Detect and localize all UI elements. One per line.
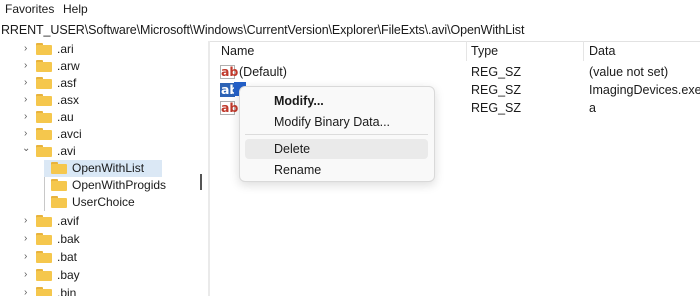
- tree-item-label: .bak: [57, 232, 80, 246]
- pane-splitter[interactable]: [208, 41, 210, 296]
- tree-item-asf[interactable]: › .asf: [0, 75, 208, 92]
- tree-item-label: .asf: [57, 76, 77, 90]
- tree-item-label: UserChoice: [72, 195, 135, 209]
- folder-icon: [36, 128, 52, 140]
- menu-item-label: Modify...: [274, 94, 324, 108]
- chevron-right-icon[interactable]: ›: [24, 77, 34, 89]
- value-type: REG_SZ: [471, 83, 522, 97]
- tree-item-avi[interactable]: ⌄ .avi: [0, 143, 208, 160]
- address-path: RRENT_USER\Software\Microsoft\Windows\Cu…: [1, 23, 525, 37]
- tree-item-avif[interactable]: › .avif: [0, 213, 208, 230]
- folder-icon: [36, 77, 52, 89]
- value-name: (Default): [239, 65, 287, 79]
- value-data: a: [589, 101, 596, 115]
- menu-item-modify[interactable]: Modify...: [245, 91, 428, 111]
- chevron-right-icon[interactable]: ›: [24, 128, 34, 140]
- tree-item-bay[interactable]: › .bay: [0, 267, 208, 284]
- registry-tree: › .ari › .arw › .asf › .asx › .au › .avc…: [0, 41, 208, 296]
- address-bar[interactable]: RRENT_USER\Software\Microsoft\Windows\Cu…: [0, 19, 700, 42]
- menu-item-modify-binary[interactable]: Modify Binary Data...: [245, 112, 428, 132]
- folder-icon: [36, 43, 52, 55]
- tree-item-label: OpenWithProgids: [72, 178, 167, 192]
- chevron-right-icon[interactable]: ›: [24, 43, 34, 55]
- value-data: (value not set): [589, 65, 669, 79]
- ab-string-icon: ab: [220, 82, 239, 97]
- chevron-right-icon[interactable]: ›: [24, 287, 34, 296]
- folder-icon: [36, 251, 52, 263]
- context-menu: Modify... Modify Binary Data... Delete R…: [239, 86, 435, 182]
- tree-item-openwithprogids[interactable]: OpenWithProgids: [0, 177, 208, 194]
- column-header-type[interactable]: Type: [471, 44, 498, 58]
- tree-item-bin[interactable]: › .bin: [0, 285, 208, 296]
- tree-item-bat[interactable]: › .bat: [0, 249, 208, 266]
- folder-icon: [36, 94, 52, 106]
- tree-item-openwithlist[interactable]: OpenWithList: [0, 160, 208, 177]
- folder-icon: [51, 179, 67, 191]
- menu-bar: Favorites Help: [0, 0, 700, 19]
- ab-string-icon: ab: [220, 64, 239, 79]
- column-header-name[interactable]: Name: [221, 44, 254, 58]
- chevron-down-icon[interactable]: ⌄: [22, 143, 32, 155]
- tree-item-label: .bat: [57, 250, 78, 264]
- tree-item-label: .au: [57, 110, 74, 124]
- menu-favorites[interactable]: Favorites: [5, 2, 54, 16]
- tree-item-userchoice[interactable]: UserChoice: [0, 194, 208, 211]
- ab-string-icon: ab: [220, 100, 239, 115]
- tree-item-label: .avi: [57, 144, 76, 158]
- chevron-right-icon[interactable]: ›: [24, 233, 34, 245]
- tree-item-bak[interactable]: › .bak: [0, 231, 208, 248]
- chevron-right-icon[interactable]: ›: [24, 94, 34, 106]
- menu-item-delete[interactable]: Delete: [245, 139, 428, 159]
- tree-item-label: .bay: [57, 268, 80, 282]
- chevron-right-icon[interactable]: ›: [24, 111, 34, 123]
- tree-item-label: OpenWithList: [69, 161, 148, 175]
- menu-item-rename[interactable]: Rename: [245, 160, 428, 180]
- folder-icon: [36, 111, 52, 123]
- menu-item-label: Delete: [274, 142, 311, 156]
- column-divider[interactable]: [466, 41, 467, 61]
- chevron-right-icon[interactable]: ›: [24, 60, 34, 72]
- menu-separator: [245, 134, 428, 135]
- folder-icon: [36, 233, 52, 245]
- folder-icon: [36, 269, 52, 281]
- tree-item-asx[interactable]: › .asx: [0, 92, 208, 109]
- value-type: REG_SZ: [471, 101, 522, 115]
- folder-icon: [36, 215, 52, 227]
- tree-item-label: .arw: [57, 59, 80, 73]
- folder-icon: [36, 60, 52, 72]
- chevron-right-icon[interactable]: ›: [24, 269, 34, 281]
- value-type: REG_SZ: [471, 65, 522, 79]
- folder-icon: [36, 145, 52, 157]
- menu-help[interactable]: Help: [63, 2, 88, 16]
- tree-item-label: .bin: [57, 286, 77, 296]
- folder-icon: [51, 162, 67, 174]
- folder-icon: [51, 196, 67, 208]
- tree-item-label: .avci: [57, 127, 82, 141]
- tree-item-au[interactable]: › .au: [0, 109, 208, 126]
- tree-item-ari[interactable]: › .ari: [0, 41, 208, 58]
- column-divider[interactable]: [583, 41, 584, 61]
- tree-item-arw[interactable]: › .arw: [0, 58, 208, 75]
- value-data: ImagingDevices.exe: [589, 83, 700, 97]
- folder-icon: [36, 287, 52, 296]
- value-row[interactable]: ab (Default) REG_SZ (value not set): [212, 63, 700, 81]
- chevron-right-icon[interactable]: ›: [24, 215, 34, 227]
- tree-item-label: .asx: [57, 93, 80, 107]
- tree-item-label: .ari: [57, 42, 74, 56]
- chevron-right-icon[interactable]: ›: [24, 251, 34, 263]
- splitter-grip[interactable]: [200, 174, 202, 190]
- tree-item-avci[interactable]: › .avci: [0, 126, 208, 143]
- menu-item-label: Modify Binary Data...: [274, 115, 391, 129]
- menu-item-label: Rename: [274, 163, 322, 177]
- tree-item-label: .avif: [57, 214, 80, 228]
- column-header-data[interactable]: Data: [589, 44, 615, 58]
